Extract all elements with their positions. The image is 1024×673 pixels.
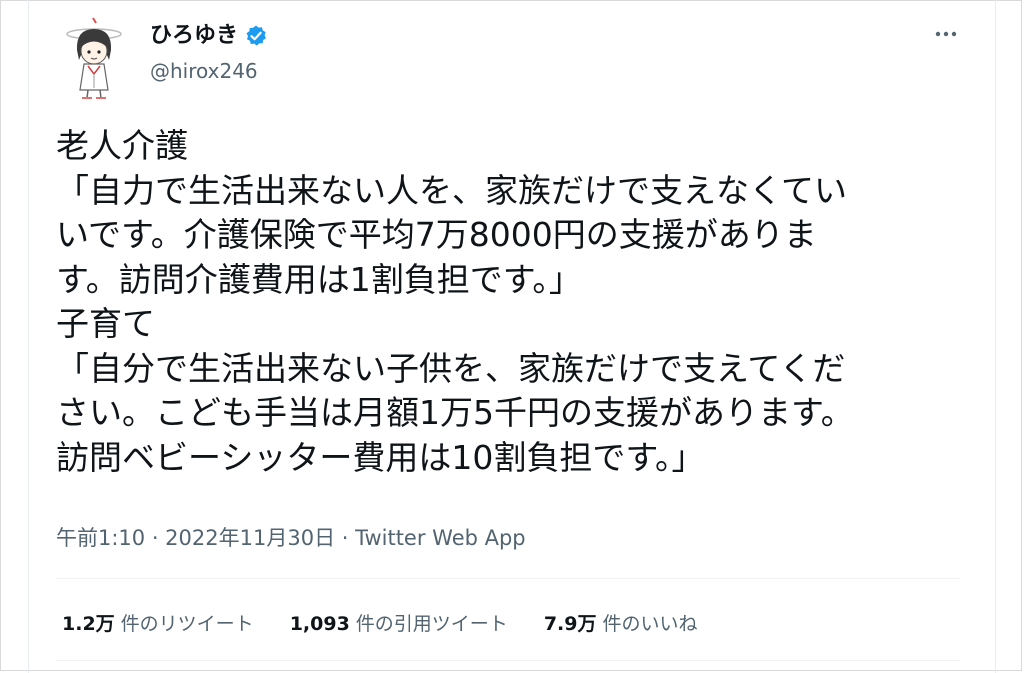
divider	[56, 578, 960, 579]
tweet-line: 「自分で生活出来ない子供を、家族だけで支えてくだ	[56, 348, 846, 388]
tweet-line: 老人介護	[56, 126, 188, 165]
tweet-timestamp[interactable]: 午前1:10 · 2022年11月30日 · Twitter Web App	[56, 524, 526, 552]
retweets-stat[interactable]: 1.2万 件のリツイート	[62, 611, 254, 637]
author-handle[interactable]: @hirox246	[150, 58, 258, 84]
tweet-line: 訪問ベビーシッター費用は10割負担です。」	[56, 437, 705, 477]
verified-badge-icon	[244, 24, 268, 48]
retweet-count: 1.2万	[62, 613, 115, 635]
tweet-line: さい。こども手当は月額1万5千円の支援があります。	[56, 393, 854, 432]
more-options-icon	[935, 31, 957, 37]
quote-label: 件の引用ツイート	[355, 613, 508, 635]
author-display-name[interactable]: ひろゆき	[150, 22, 238, 50]
like-label: 件のいいね	[602, 613, 698, 635]
tweet-line: す。訪問介護費用は1割負担です。」	[56, 259, 582, 299]
like-count: 7.9万	[543, 613, 597, 635]
avatar-illustration	[66, 17, 122, 99]
tweet-line: いです。介護保険で平均7万8000円の支援がありま	[56, 215, 817, 254]
more-options-button[interactable]	[928, 18, 964, 50]
tweet-line: 子育て	[56, 304, 155, 343]
likes-stat[interactable]: 7.9万 件のいいね	[544, 611, 698, 637]
tweet-text: 老人介護 「自力で生活出来ない人を、家族だけで支えなくてい いです。介護保険で平…	[56, 124, 946, 480]
avatar[interactable]	[58, 14, 130, 100]
engagement-stats: 1.2万 件のリツイート 1,093 件の引用ツイート 7.9万 件のいいね	[62, 611, 698, 637]
tweet-line: 「自力で生活出来ない人を、家族だけで支えなくてい	[56, 170, 848, 210]
quote-count: 1,093	[289, 613, 350, 635]
divider	[56, 660, 960, 661]
author-name-row[interactable]: ひろゆき	[150, 22, 268, 50]
quotes-stat[interactable]: 1,093 件の引用ツイート	[290, 611, 508, 637]
retweet-label: 件のリツイート	[120, 613, 254, 635]
